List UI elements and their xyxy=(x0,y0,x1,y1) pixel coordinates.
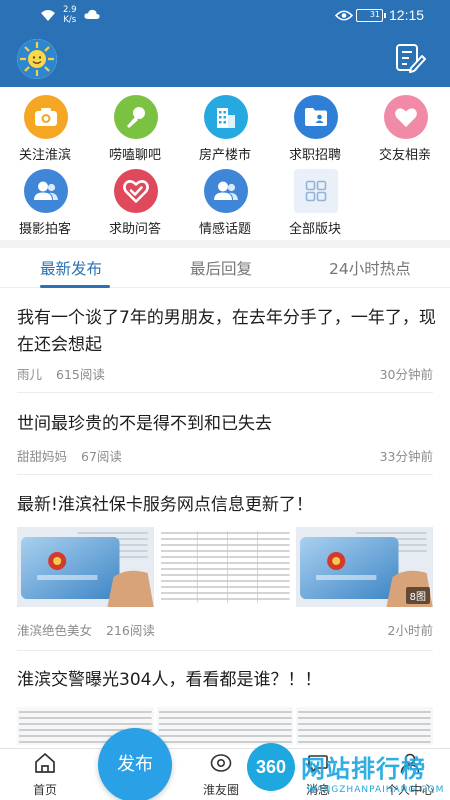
home-icon xyxy=(35,753,55,773)
microphone-icon xyxy=(114,95,158,139)
post-author: 甜甜妈妈 xyxy=(17,449,68,464)
list-item[interactable]: 最新!淮滨社保卡服务网点信息更新了！ 8图 淮滨绝色美女 216阅读 2小时前 xyxy=(0,475,450,651)
edit-post-icon[interactable] xyxy=(394,43,426,73)
post-time: 30分钟前 xyxy=(379,367,433,382)
camera-icon xyxy=(24,95,68,139)
category-label: 唠嗑聊吧 xyxy=(108,148,161,163)
post-title: 世间最珍贵的不是得不到和已失去 xyxy=(17,414,272,434)
publish-button[interactable]: 发布 xyxy=(98,728,172,800)
watermark-logo: 360 xyxy=(247,743,295,791)
circle-community-icon xyxy=(210,754,232,772)
network-speed: 2.9 K/s xyxy=(63,5,77,25)
section-divider xyxy=(0,240,450,248)
category-sheying-paike[interactable]: 摄影拍客 xyxy=(0,165,90,237)
battery-indicator: 31 xyxy=(356,9,386,22)
wifi-icon xyxy=(41,10,55,21)
post-title: 淮滨交警曝光304人，看看都是谁？！！ xyxy=(17,670,322,690)
post-author: 淮滨绝色美女 xyxy=(17,623,93,638)
post-image[interactable] xyxy=(156,527,294,607)
id-folder-icon xyxy=(294,95,338,139)
eye-comfort-icon xyxy=(335,10,353,21)
category-label: 关注淮滨 xyxy=(18,148,71,163)
image-count-badge: 8图 xyxy=(405,587,431,604)
tab-latest[interactable]: 最新发布 xyxy=(40,257,102,279)
post-meta: 淮滨绝色美女 216阅读 2小时前 xyxy=(17,620,433,639)
app-header: 2.9 K/s 31 12:15 xyxy=(0,0,450,87)
post-title: 最新!淮滨社保卡服务网点信息更新了！ xyxy=(17,495,313,515)
post-reads: 67阅读 xyxy=(81,449,122,464)
category-laoke-liaoba[interactable]: 唠嗑聊吧 xyxy=(90,91,180,163)
category-qiuzhu-wenda[interactable]: 求助问答 xyxy=(90,165,180,237)
post-image-row xyxy=(17,707,434,748)
post-time: 2小时前 xyxy=(387,623,433,638)
post-reads: 216阅读 xyxy=(106,623,155,638)
post-author: 雨儿 xyxy=(17,367,43,382)
users-icon xyxy=(24,169,68,213)
category-label: 求助问答 xyxy=(108,222,161,237)
nav-circle[interactable]: 淮友圈 xyxy=(186,749,256,800)
category-guanzhu-huaibin[interactable]: 关注淮滨 xyxy=(0,91,90,163)
building-icon xyxy=(204,95,248,139)
grid-icon xyxy=(294,169,338,213)
post-image[interactable] xyxy=(156,707,294,745)
status-time: 12:15 xyxy=(389,7,425,23)
category-label: 全部版块 xyxy=(288,222,341,237)
category-label: 摄影拍客 xyxy=(18,222,71,237)
tab-24h-hot[interactable]: 24小时热点 xyxy=(329,257,411,279)
category-fangchan-loushi[interactable]: 房产楼市 xyxy=(180,91,270,163)
nav-label: 首页 xyxy=(32,783,57,797)
nav-label: 淮友圈 xyxy=(202,783,239,797)
post-image[interactable] xyxy=(296,707,434,745)
post-image[interactable] xyxy=(17,527,154,607)
list-item[interactable]: 我有一个谈了7年的男朋友，在去年分手了，一年了，现在还会想起 雨儿 615阅读 … xyxy=(0,288,450,393)
users-icon xyxy=(204,169,248,213)
document-table-image xyxy=(156,527,294,607)
category-label: 情感话题 xyxy=(198,222,251,237)
category-qiuzhi-zhaopin[interactable]: 求职招聘 xyxy=(270,91,360,163)
heart-icon xyxy=(384,95,428,139)
post-meta: 雨儿 615阅读 30分钟前 xyxy=(17,364,433,383)
site-watermark: 360 网站排行榜 WANGZHANPAIHANG.COM xyxy=(247,743,450,800)
tab-last-reply[interactable]: 最后回复 xyxy=(190,257,252,279)
category-all-boards[interactable]: 全部版块 xyxy=(270,165,360,237)
category-grid: 关注淮滨 唠嗑聊吧 房产楼市 求职招聘 交友相亲 摄影拍客 求助问答 情感话题 … xyxy=(0,87,450,241)
heart-check-icon xyxy=(114,169,158,213)
app-logo[interactable] xyxy=(17,39,57,79)
social-security-card-image xyxy=(17,527,154,607)
cloud-icon xyxy=(84,9,100,19)
post-image-row: 8图 xyxy=(17,527,434,607)
category-jiaoyou-xiangqin[interactable]: 交友相亲 xyxy=(360,91,450,163)
document-table-image xyxy=(158,711,292,743)
post-time: 33分钟前 xyxy=(379,449,433,464)
watermark-text: 网站排行榜 xyxy=(301,755,426,783)
status-bar: 2.9 K/s 31 12:15 xyxy=(0,0,450,32)
post-reads: 615阅读 xyxy=(56,367,105,382)
post-title: 我有一个谈了7年的男朋友，在去年分手了，一年了，现在还会想起 xyxy=(17,308,436,355)
post-image[interactable]: 8图 xyxy=(296,527,434,607)
category-label: 房产楼市 xyxy=(198,148,251,163)
sun-logo-icon xyxy=(17,39,57,79)
category-label: 交友相亲 xyxy=(378,148,431,163)
nav-home[interactable]: 首页 xyxy=(10,749,80,800)
list-item[interactable]: 世间最珍贵的不是得不到和已失去 甜甜妈妈 67阅读 33分钟前 xyxy=(0,393,450,475)
list-item[interactable]: 淮滨交警曝光304人，看看都是谁？！！ xyxy=(0,651,450,748)
document-table-image xyxy=(298,711,432,743)
feed-tabs: 最新发布 最后回复 24小时热点 xyxy=(0,248,450,288)
category-qinggan-huati[interactable]: 情感话题 xyxy=(180,165,270,237)
post-meta: 甜甜妈妈 67阅读 33分钟前 xyxy=(17,446,433,465)
watermark-subtext: WANGZHANPAIHANG.COM xyxy=(307,785,445,795)
category-label: 求职招聘 xyxy=(288,148,341,163)
